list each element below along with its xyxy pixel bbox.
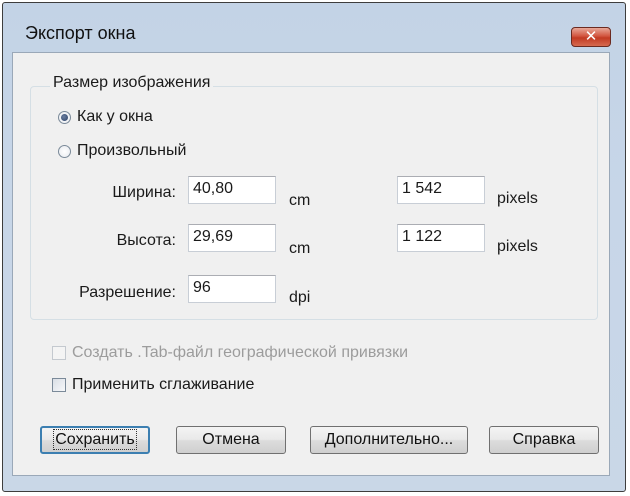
create-tab-checkbox-row: Создать .Tab-файл географической привязк… bbox=[52, 344, 408, 362]
advanced-button-label: Дополнительно... bbox=[324, 431, 454, 448]
advanced-button[interactable]: Дополнительно... bbox=[310, 426, 468, 454]
smoothing-label: Применить сглаживание bbox=[72, 376, 255, 393]
height-cm-input[interactable]: 29,69 bbox=[188, 224, 276, 252]
help-button-label: Справка bbox=[512, 431, 576, 448]
radio-custom[interactable]: Произвольный bbox=[58, 142, 186, 160]
radio-unselected-icon[interactable] bbox=[58, 144, 71, 158]
close-button[interactable]: ✕ bbox=[571, 27, 611, 47]
height-px-input[interactable]: 1 122 bbox=[397, 224, 485, 252]
image-size-group-title: Размер изображения bbox=[50, 74, 214, 92]
height-px-unit: pixels bbox=[497, 238, 538, 255]
width-px-unit: pixels bbox=[497, 190, 538, 207]
radio-selected-icon[interactable] bbox=[58, 110, 71, 124]
cancel-button-label: Отмена bbox=[202, 431, 260, 448]
create-tab-label: Создать .Tab-файл географической привязк… bbox=[72, 344, 409, 361]
close-icon: ✕ bbox=[584, 28, 598, 45]
height-label: Высота: bbox=[116, 232, 176, 249]
help-button[interactable]: Справка bbox=[489, 426, 599, 454]
title-bar[interactable]: Экспорт окна ✕ bbox=[3, 3, 625, 55]
resolution-unit: dpi bbox=[289, 289, 311, 306]
save-button[interactable]: Сохранить bbox=[40, 426, 150, 454]
window-title: Экспорт окна bbox=[25, 23, 136, 43]
radio-as-window[interactable]: Как у окна bbox=[58, 108, 153, 126]
smoothing-checkbox-row[interactable]: Применить сглаживание bbox=[52, 376, 254, 394]
resolution-label: Разрешение: bbox=[79, 284, 176, 301]
width-label: Ширина: bbox=[112, 184, 176, 201]
width-cm-unit: cm bbox=[289, 192, 311, 209]
width-px-input[interactable]: 1 542 bbox=[397, 176, 485, 204]
radio-custom-label: Произвольный bbox=[77, 142, 187, 159]
height-cm-unit: cm bbox=[289, 240, 311, 257]
cancel-button[interactable]: Отмена bbox=[176, 426, 286, 454]
save-button-label: Сохранить bbox=[53, 429, 137, 450]
resolution-input[interactable]: 96 bbox=[188, 275, 276, 303]
width-cm-input[interactable]: 40,80 bbox=[188, 176, 276, 204]
checkbox-icon[interactable] bbox=[52, 378, 66, 392]
radio-as-window-label: Как у окна bbox=[77, 108, 153, 125]
checkbox-icon bbox=[52, 346, 66, 360]
